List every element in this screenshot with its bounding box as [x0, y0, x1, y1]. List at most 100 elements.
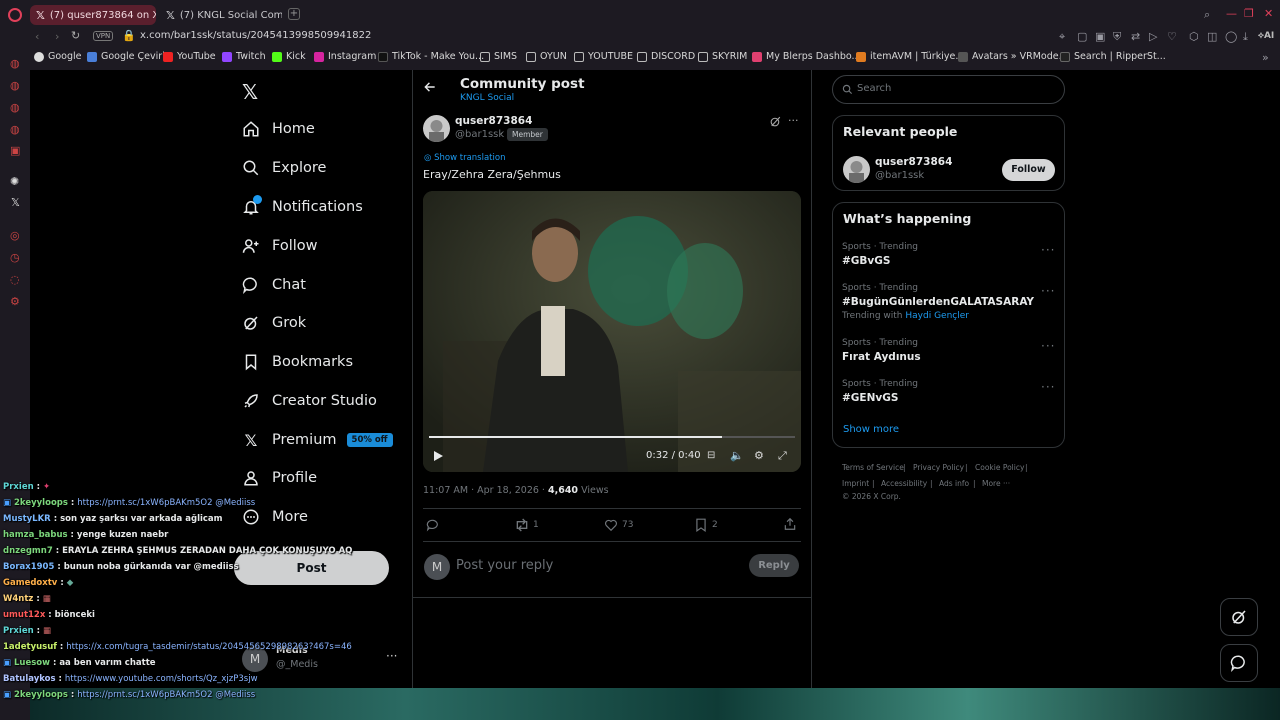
nav-explore[interactable]: Explore: [240, 153, 326, 183]
sidebar-item-icon[interactable]: ◌: [10, 274, 20, 286]
bookmark-skyrim[interactable]: SKYRIM: [698, 51, 747, 62]
url-field[interactable]: x.com/bar1ssk/status/2045413998509941822: [140, 30, 371, 41]
bookmark-instagram[interactable]: Instagram: [314, 51, 376, 62]
post-more-icon[interactable]: ···: [788, 114, 799, 127]
nav-premium[interactable]: 𝕏 Premium 50% off: [240, 425, 393, 455]
more-bookmarks-icon[interactable]: »: [1262, 52, 1269, 64]
nav-follow[interactable]: Follow: [240, 231, 317, 261]
sidebar-item-icon[interactable]: ◍: [10, 58, 20, 70]
bookmark-vrmodels[interactable]: Avatars » VRMode...: [958, 51, 1068, 62]
bookmark-tiktok[interactable]: TikTok - Make You...: [378, 51, 484, 62]
footer-accessibility[interactable]: Accessibility: [881, 479, 927, 488]
author-handle[interactable]: @bar1ssk: [455, 129, 504, 140]
heart-icon[interactable]: ♡: [1167, 31, 1177, 43]
nav-notifications[interactable]: Notifications: [240, 192, 363, 222]
play-icon[interactable]: ▷: [1149, 31, 1157, 43]
trend-item[interactable]: Sports · Trending #GBvGS: [842, 242, 918, 267]
back-arrow-icon[interactable]: [423, 80, 437, 94]
footer-terms[interactable]: Terms of Service: [842, 463, 904, 472]
show-more-link[interactable]: Show more: [843, 424, 899, 435]
settings-icon[interactable]: ⚙: [10, 296, 20, 308]
download-icon[interactable]: ⤓: [1243, 31, 1248, 43]
trend-more-icon[interactable]: ···: [1041, 243, 1055, 257]
ai-button[interactable]: ⟡AI: [1258, 31, 1274, 41]
bookmark-youtube[interactable]: YouTube: [163, 51, 216, 62]
show-translation-link[interactable]: ◎ Show translation: [424, 153, 505, 163]
bookmark-twitch[interactable]: Twitch: [222, 51, 266, 62]
tab-icon[interactable]: ▢: [1077, 31, 1087, 43]
search-box[interactable]: Search: [832, 75, 1065, 104]
chatgpt-icon[interactable]: ✺: [10, 176, 19, 188]
nav-creator-studio[interactable]: Creator Studio: [240, 386, 377, 416]
footer-ads[interactable]: Ads info: [939, 479, 969, 488]
bookmark-ripperstore[interactable]: Search | RipperSt...: [1060, 51, 1166, 62]
bookmark-sims[interactable]: SIMS: [480, 51, 517, 62]
account-more-icon[interactable]: ···: [386, 649, 397, 663]
community-link[interactable]: KNGL Social: [460, 93, 514, 103]
bookmark-action[interactable]: 2: [695, 518, 718, 532]
share-action[interactable]: [783, 517, 797, 531]
trend-item[interactable]: Sports · Trending #BugünGünlerdenGALATASA…: [842, 283, 1034, 321]
trend-more-icon[interactable]: ···: [1041, 380, 1055, 394]
bookmark-blerps[interactable]: My Blerps Dashbo...: [752, 51, 861, 62]
extensions-icon[interactable]: ⬡: [1189, 31, 1199, 43]
footer-cookie[interactable]: Cookie Policy: [975, 463, 1024, 472]
close-window-icon[interactable]: ✕: [1264, 8, 1273, 20]
trending-with-link[interactable]: Haydi Gençler: [905, 311, 969, 321]
vpn-badge[interactable]: VPN: [93, 31, 114, 41]
opera-logo-icon[interactable]: [8, 8, 22, 22]
footer-more[interactable]: More ···: [982, 479, 1010, 488]
minimize-icon[interactable]: —: [1226, 8, 1237, 20]
bookmark-google-ceviri[interactable]: Google Çeviri: [87, 51, 165, 62]
grok-floating-button[interactable]: [1220, 598, 1258, 636]
sidebar-item-icon[interactable]: ◎: [10, 230, 20, 242]
trend-item[interactable]: Sports · Trending Fırat Aydınus: [842, 338, 921, 363]
forward-icon[interactable]: ›: [55, 31, 59, 43]
footer-privacy[interactable]: Privacy Policy: [913, 463, 964, 472]
reply-input[interactable]: Post your reply: [456, 558, 553, 573]
retweet-action[interactable]: 1: [514, 518, 539, 532]
trend-more-icon[interactable]: ···: [1041, 284, 1055, 298]
back-icon[interactable]: ‹: [35, 31, 39, 43]
nav-chat[interactable]: Chat: [240, 270, 306, 300]
bookmark-youtube-folder[interactable]: YOUTUBE: [574, 51, 633, 62]
volume-icon[interactable]: 🔈: [730, 449, 744, 462]
history-icon[interactable]: ◷: [10, 252, 20, 264]
profile-icon[interactable]: ◯: [1225, 31, 1237, 43]
sidebar-item-icon[interactable]: ◍: [10, 80, 20, 92]
video-player[interactable]: 0:32 / 0:40 ⊟ 🔈 ⚙ ⤢: [423, 191, 801, 472]
snapshot-icon[interactable]: ⌖: [1059, 31, 1065, 43]
tab-community[interactable]: 𝕏 (7) KNGL Social Communit: [160, 5, 282, 25]
search-tabs-icon[interactable]: ⌕: [1204, 9, 1210, 21]
play-icon[interactable]: [433, 450, 444, 462]
reload-icon[interactable]: ↻: [71, 30, 80, 42]
wallet-icon[interactable]: ▣: [1095, 31, 1105, 43]
bookmark-itemavm[interactable]: itemAVM | Türkiye...: [856, 51, 964, 62]
reply-action[interactable]: [426, 518, 440, 532]
trend-more-icon[interactable]: ···: [1041, 339, 1055, 353]
bookmark-discord[interactable]: DISCORD: [637, 51, 695, 62]
author-avatar[interactable]: [423, 115, 450, 142]
relevant-name[interactable]: quser873864: [875, 156, 952, 168]
grok-explain-icon[interactable]: [769, 115, 782, 128]
messages-floating-button[interactable]: [1220, 644, 1258, 682]
sidebar-item-icon[interactable]: ◍: [10, 124, 20, 136]
restore-icon[interactable]: ❐: [1244, 8, 1254, 20]
nav-grok[interactable]: Grok: [240, 308, 306, 338]
settings-gear-icon[interactable]: ⚙: [754, 449, 764, 462]
x-sidebar-icon[interactable]: 𝕏: [11, 197, 20, 209]
shield-icon[interactable]: ⛨: [1113, 31, 1121, 43]
relevant-handle[interactable]: @bar1ssk: [875, 170, 924, 181]
bookmark-google[interactable]: Google: [34, 51, 82, 62]
follow-button[interactable]: Follow: [1002, 159, 1055, 181]
bookmark-oyun[interactable]: OYUN: [526, 51, 567, 62]
bookmark-kick[interactable]: Kick: [272, 51, 306, 62]
like-action[interactable]: 73: [604, 518, 633, 532]
new-tab-icon[interactable]: +: [288, 8, 300, 20]
snapshot-camera-icon[interactable]: ◫: [1207, 31, 1217, 43]
nav-home[interactable]: Home: [240, 114, 315, 144]
reply-button[interactable]: Reply: [749, 554, 799, 577]
fullscreen-icon[interactable]: ⤢: [778, 449, 787, 463]
sidebar-item-icon[interactable]: ▣: [10, 145, 20, 157]
translate-icon[interactable]: ⇄: [1131, 31, 1140, 43]
